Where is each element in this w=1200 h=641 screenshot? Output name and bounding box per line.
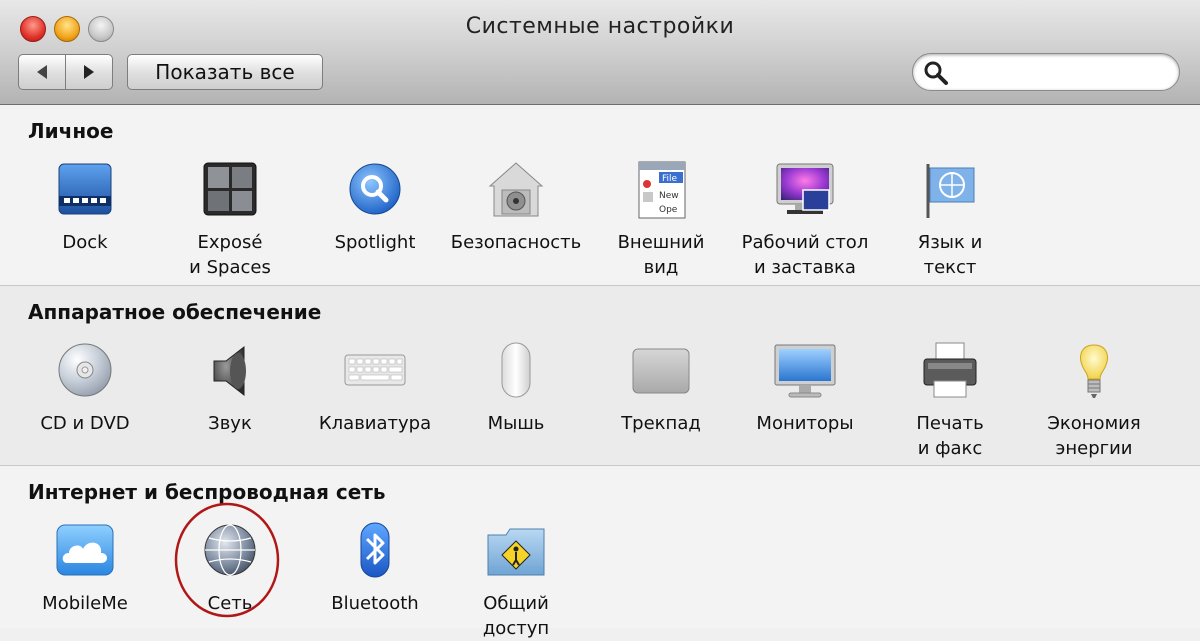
energy-saver-icon <box>1080 344 1108 398</box>
pref-label: Мониторы <box>756 413 854 434</box>
pref-label: Трекпад <box>621 413 701 434</box>
window-titlebar: Системные настройки Показать все <box>0 0 1200 105</box>
pref-label: CD и DVD <box>40 413 130 434</box>
section-personal: Личное Dock Exposé и Spaces Spotlight Бе… <box>0 105 1200 285</box>
search-input[interactable] <box>953 58 1172 88</box>
cd-dvd-icon <box>58 343 112 397</box>
pref-label: Экономия энергии <box>1047 413 1141 459</box>
section-title-hardware: Аппаратное обеспечение <box>28 300 322 324</box>
section-hardware: Аппаратное обеспечение CD и DVD Звук Кла… <box>0 285 1200 465</box>
pref-label: Bluetooth <box>331 593 419 614</box>
displays-icon <box>774 344 836 398</box>
keyboard-icon <box>344 354 406 386</box>
svg-text:File: File <box>662 174 678 184</box>
pref-label: Рабочий стол и заставка <box>741 232 869 278</box>
pref-label: Общий доступ <box>482 593 550 639</box>
pref-label: Клавиатура <box>318 413 432 434</box>
section-title-personal: Личное <box>28 119 114 143</box>
window-title: Системные настройки <box>465 14 735 39</box>
sound-icon <box>213 345 246 397</box>
highlight-circle <box>174 502 280 618</box>
bluetooth-icon <box>360 522 390 578</box>
svg-text:New: New <box>659 191 679 201</box>
mouse-icon <box>501 342 531 398</box>
pref-label: Внешний вид <box>617 232 705 278</box>
trackpad-icon <box>632 348 690 394</box>
pref-label: Печать и факс <box>916 413 984 459</box>
expose-spaces-icon <box>203 162 257 216</box>
pref-label: Безопасность <box>450 232 582 253</box>
dock-icon <box>58 163 112 215</box>
section-internet-wireless: Интернет и беспроводная сеть MobileMe Се… <box>0 465 1200 639</box>
pref-label: MobileMe <box>42 593 128 614</box>
svg-text:Ope: Ope <box>659 205 678 215</box>
security-icon <box>488 162 544 217</box>
pref-label: Dock <box>62 232 108 253</box>
show-all-button[interactable]: Показать все <box>127 54 323 90</box>
pref-label: Мышь <box>487 413 545 434</box>
appearance-icon: File New Ope <box>638 161 686 219</box>
sharing-icon <box>487 528 545 576</box>
search-icon <box>924 61 948 85</box>
search-field[interactable] <box>912 53 1180 91</box>
mobileme-icon <box>56 524 114 576</box>
spotlight-icon <box>349 163 401 215</box>
forward-arrow-icon <box>84 65 94 79</box>
back-arrow-icon <box>37 65 47 79</box>
print-fax-icon <box>923 342 977 398</box>
pref-label: Звук <box>208 413 252 434</box>
pref-label: Spotlight <box>334 232 416 253</box>
desktop-screensaver-icon <box>776 163 834 214</box>
pref-label: Язык и текст <box>917 232 983 278</box>
pref-label: Exposé и Spaces <box>189 232 271 278</box>
forward-button[interactable] <box>65 54 113 90</box>
language-text-icon <box>926 164 975 218</box>
back-button[interactable] <box>18 54 66 90</box>
